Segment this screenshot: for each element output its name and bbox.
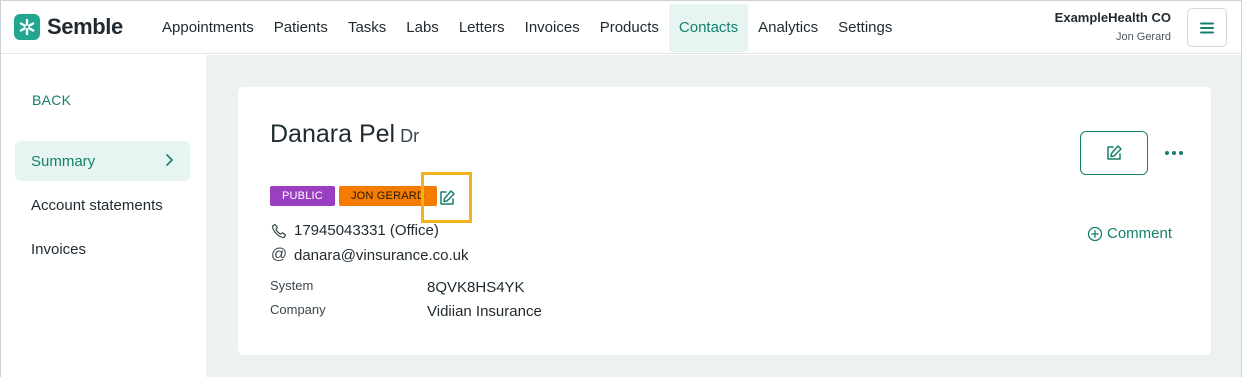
phone-number: 17945043331 (Office) [294,222,439,239]
contact-card: Danara Pel Dr PUBLIC JON GERARD 17945043… [238,87,1211,355]
at-sign-icon: @ [270,246,288,263]
more-options-button[interactable] [1162,143,1186,163]
field-label-company: Company [270,302,326,317]
contact-name: Danara Pel [270,120,396,148]
nav-tasks[interactable]: Tasks [338,4,396,52]
sidebar-item-label: Summary [31,152,96,170]
organization-name: ExampleHealth CO [1054,10,1171,25]
nav-contacts[interactable]: Contacts [668,3,749,52]
nav-patients[interactable]: Patients [264,4,338,52]
brand-name: Semble [47,14,123,39]
add-comment-button[interactable]: Comment [1087,225,1172,242]
comment-label: Comment [1107,225,1173,242]
contact-title: Dr [400,126,420,146]
edit-icon [1107,145,1122,160]
back-link[interactable]: BACK [32,92,71,108]
edit-icon [439,189,455,205]
edit-tags-button[interactable] [421,172,472,223]
semble-logo[interactable]: Semble [14,13,123,41]
contact-email: @ danara@vinsurance.co.uk [270,246,469,264]
contact-tags: PUBLIC JON GERARD [270,186,441,206]
more-horizontal-icon [1165,151,1183,155]
nav-invoices[interactable]: Invoices [515,4,590,52]
nav-analytics[interactable]: Analytics [748,4,828,52]
sidebar-item-label: Invoices [31,240,87,258]
hamburger-icon [1200,22,1214,33]
chevron-right-icon [166,154,173,166]
phone-icon [270,223,288,239]
contact-header: Danara Pel Dr [270,120,419,149]
field-value-company: Vidiian Insurance [427,303,542,320]
field-value-system: 8QVK8HS4YK [427,279,525,296]
contact-sidebar: BACK Summary Account statements Invoices [1,55,206,377]
tag-public: PUBLIC [270,186,335,206]
nav-appointments[interactable]: Appointments [152,4,264,52]
field-label-system: System [270,278,314,293]
top-navigation-bar: Semble Appointments Patients Tasks Labs … [1,1,1241,54]
nav-labs[interactable]: Labs [396,4,449,52]
sidebar-item-label: Account statements [31,196,163,214]
sidebar-item-summary[interactable]: Summary [15,141,190,181]
user-name: Jon Gerard [1115,31,1171,43]
nav-settings[interactable]: Settings [828,4,902,52]
main-nav: Appointments Patients Tasks Labs Letters… [152,1,902,54]
hamburger-menu-button[interactable] [1187,8,1227,47]
sidebar-item-account-statements[interactable]: Account statements [15,185,190,225]
contact-phone: 17945043331 (Office) [270,222,439,239]
sidebar-item-invoices[interactable]: Invoices [15,229,190,269]
nav-products[interactable]: Products [590,4,669,52]
account-info[interactable]: ExampleHealth CO Jon Gerard [1055,10,1171,43]
email-address[interactable]: danara@vinsurance.co.uk [294,247,469,264]
nav-letters[interactable]: Letters [449,4,515,52]
edit-contact-button[interactable] [1080,131,1148,175]
semble-logo-icon [14,14,40,40]
plus-circle-icon [1087,226,1103,241]
main-content: Danara Pel Dr PUBLIC JON GERARD 17945043… [206,55,1241,377]
